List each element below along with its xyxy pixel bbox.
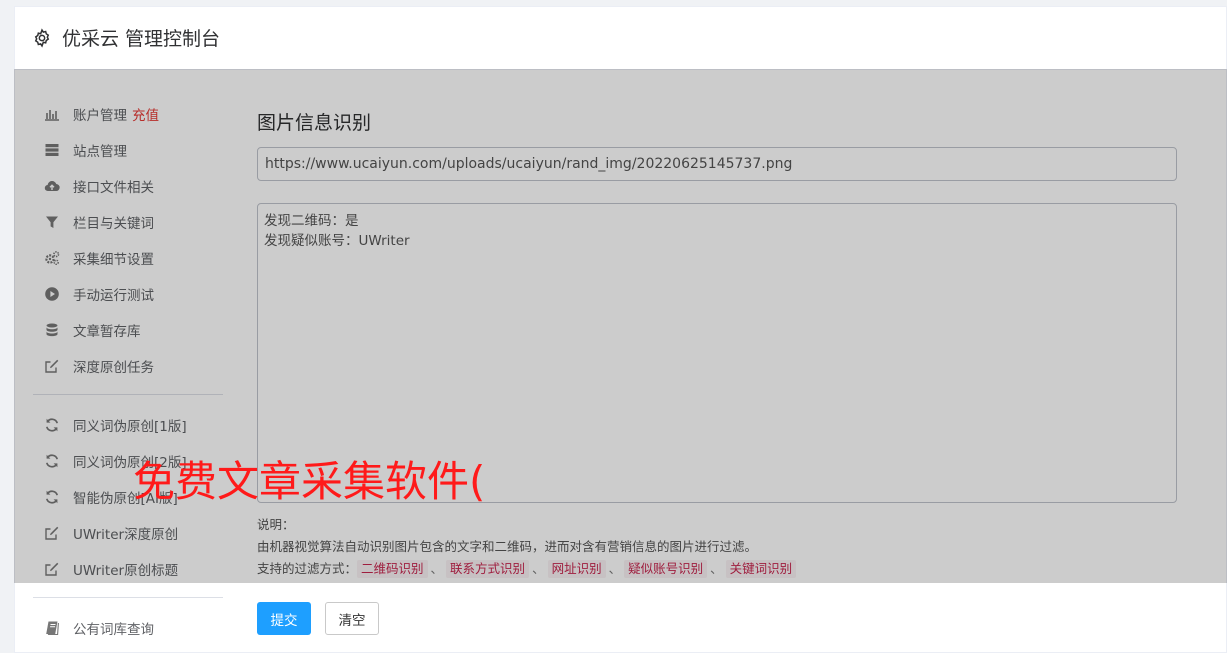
sidebar-item-label: 同义词伪原创[1版] [73, 419, 187, 435]
sidebar-item-label: UWriter原创标题 [73, 563, 179, 579]
watermark-text: 免费文章采集软件( [133, 457, 486, 506]
book-icon [43, 619, 61, 637]
sidebar-item-label: 栏目与关键词 [73, 216, 154, 232]
tag-separator: 、 [608, 561, 622, 576]
sidebar-item-label: 账户管理 [73, 108, 127, 124]
filter-tag: 联系方式识别 [446, 560, 530, 578]
image-url-input[interactable] [257, 147, 1177, 181]
description-label: 说明： [257, 517, 295, 532]
filter-methods-label: 支持的过滤方式： [257, 561, 358, 576]
sidebar-item[interactable]: UWriter原创标题 [33, 551, 223, 587]
edit-icon [43, 560, 61, 578]
page: 优采云 管理控制台 账户管理 充值站点管理接口文件相关 栏目与关键词 采集细节设置 手动… [0, 0, 1227, 653]
gear-icon [32, 27, 52, 48]
cogs-icon [43, 249, 61, 267]
recharge-link[interactable]: 充值 [132, 104, 159, 124]
filter-tags: 二维码识别、联系方式识别、网址识别、疑似账号识别、关键词识别 [357, 560, 797, 578]
sidebar-item-label: 采集细节设置 [73, 252, 154, 268]
sidebar-item[interactable]: 手动运行测试 [33, 276, 223, 312]
sidebar-item-label: 接口文件相关 [73, 180, 154, 196]
page-header: 优采云 管理控制台 [14, 6, 1227, 70]
sidebar-item-label: 深度原创任务 [73, 360, 154, 376]
filter-icon [43, 213, 61, 231]
edit-icon [43, 524, 61, 542]
tag-separator: 、 [710, 561, 723, 576]
refresh-icon [43, 452, 61, 470]
play-circle-icon [43, 285, 61, 303]
cloud-upload-icon [43, 177, 61, 195]
filter-methods: 支持的过滤方式： 二维码识别、联系方式识别、网址识别、疑似账号识别、关键词识别 [257, 558, 797, 580]
sidebar-item-label: 公有词库查询 [73, 622, 154, 638]
sidebar-item[interactable]: 接口文件相关 [33, 168, 223, 204]
sidebar-divider [33, 597, 223, 598]
sidebar-item-label: 手动运行测试 [73, 288, 154, 304]
edit-icon [43, 357, 61, 375]
sidebar-item[interactable]: 文章暂存库 [33, 312, 223, 348]
filter-tag: 二维码识别 [357, 560, 428, 578]
sidebar-item[interactable]: 深度原创任务 [33, 348, 223, 384]
tag-separator: 、 [430, 561, 444, 576]
sidebar-item[interactable]: UWriter深度原创 [33, 515, 223, 551]
page-title: 优采云 管理控制台 [62, 28, 221, 50]
refresh-icon [43, 488, 61, 506]
sidebar-item[interactable]: 站点管理 [33, 132, 223, 168]
section-title: 图片信息识别 [257, 112, 372, 134]
result-line-qrcode: 发现二维码：是 [264, 213, 359, 229]
server-icon [43, 141, 61, 159]
sidebar-item[interactable]: 栏目与关键词 [33, 204, 223, 240]
sidebar-item[interactable]: 采集细节设置 [33, 240, 223, 276]
description-text: 由机器视觉算法自动识别图片包含的文字和二维码，进而对含有营销信息的图片进行过滤。 [257, 539, 758, 554]
tag-separator: 、 [532, 561, 545, 576]
sidebar-item[interactable]: 账户管理 充值 [33, 96, 223, 132]
database-icon [43, 321, 61, 339]
filter-tag: 疑似账号识别 [624, 560, 708, 578]
sidebar-item[interactable]: 同义词伪原创[1版] [33, 407, 223, 443]
filter-tag: 关键词识别 [725, 560, 797, 578]
sidebar-divider [33, 394, 223, 395]
sidebar-item-label: 站点管理 [73, 144, 127, 160]
result-line-account: 发现疑似账号：UWriter [264, 233, 410, 249]
filter-tag: 网址识别 [547, 560, 606, 578]
sidebar-item[interactable]: 公有词库查询 [33, 610, 223, 646]
bar-chart-icon [43, 105, 61, 123]
sidebar-item-label: UWriter深度原创 [73, 527, 179, 543]
sidebar-item-label: 文章暂存库 [73, 324, 141, 340]
sidebar-nav: 账户管理 充值站点管理接口文件相关 栏目与关键词 采集细节设置 手动运行测试 文章暂存库深… [33, 96, 223, 646]
submit-button[interactable]: 提交 [257, 602, 311, 635]
clear-button[interactable]: 清空 [325, 602, 379, 635]
description: 说明： 由机器视觉算法自动识别图片包含的文字和二维码，进而对含有营销信息的图片进… [257, 514, 797, 580]
refresh-icon [43, 416, 61, 434]
